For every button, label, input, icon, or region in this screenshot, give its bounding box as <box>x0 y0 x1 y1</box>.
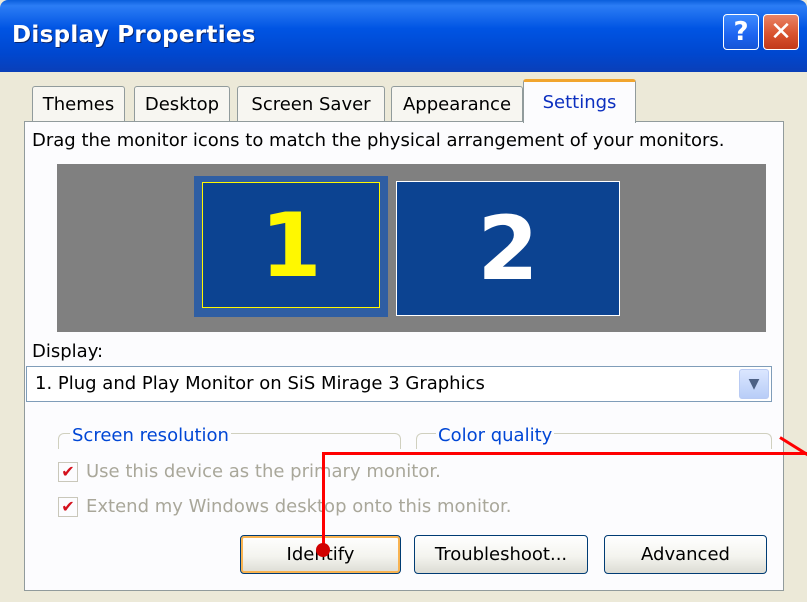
primary-monitor-checkbox[interactable]: ✔ <box>58 461 78 482</box>
monitor-1-number: 1 <box>260 193 322 297</box>
chevron-down-icon[interactable]: ▼ <box>739 369 769 399</box>
callout-line-vertical <box>322 452 325 552</box>
screen-resolution-label: Screen resolution <box>70 425 231 446</box>
display-select[interactable]: 1. Plug and Play Monitor on SiS Mirage 3… <box>26 366 772 402</box>
close-button[interactable]: ✕ <box>763 14 799 50</box>
primary-monitor-label: Use this device as the primary monitor. <box>86 461 441 482</box>
title-bar[interactable]: Display Properties ? ✕ <box>0 0 807 72</box>
extend-desktop-option[interactable]: ✔ Extend my Windows desktop onto this mo… <box>58 496 512 517</box>
display-properties-window: Display Properties ? ✕ Themes Desktop Sc… <box>0 0 807 602</box>
tab-screen-saver[interactable]: Screen Saver <box>237 86 385 122</box>
advanced-button[interactable]: Advanced <box>604 535 767 574</box>
extend-desktop-checkbox[interactable]: ✔ <box>58 496 78 517</box>
primary-monitor-option[interactable]: ✔ Use this device as the primary monitor… <box>58 461 441 482</box>
tab-settings[interactable]: Settings <box>523 79 636 123</box>
monitor-2-number: 2 <box>477 197 539 300</box>
tab-themes[interactable]: Themes <box>32 86 125 122</box>
display-label: Display: <box>32 341 104 362</box>
troubleshoot-button-label: Troubleshoot... <box>434 544 568 565</box>
tab-label: Appearance <box>402 94 512 115</box>
callout-dot <box>316 543 330 557</box>
display-select-value: 1. Plug and Play Monitor on SiS Mirage 3… <box>35 373 485 394</box>
tab-appearance[interactable]: Appearance <box>391 86 523 122</box>
tab-label: Desktop <box>144 94 220 115</box>
monitor-2-icon[interactable]: 2 <box>396 181 620 316</box>
help-button[interactable]: ? <box>723 14 759 50</box>
extend-desktop-label: Extend my Windows desktop onto this moni… <box>86 496 512 517</box>
callout-line-horizontal <box>322 452 807 455</box>
help-icon: ? <box>733 17 749 47</box>
color-quality-label: Color quality <box>436 425 555 446</box>
troubleshoot-button[interactable]: Troubleshoot... <box>414 535 588 574</box>
tab-label: Themes <box>42 94 115 115</box>
arrangement-hint: Drag the monitor icons to match the phys… <box>32 130 725 151</box>
monitor-1-icon[interactable]: 1 <box>202 182 380 308</box>
advanced-button-label: Advanced <box>641 544 730 565</box>
tab-desktop[interactable]: Desktop <box>134 86 230 122</box>
tab-label: Screen Saver <box>251 94 371 115</box>
close-icon: ✕ <box>770 17 792 47</box>
tab-label: Settings <box>542 92 617 113</box>
window-title: Display Properties <box>12 22 256 48</box>
